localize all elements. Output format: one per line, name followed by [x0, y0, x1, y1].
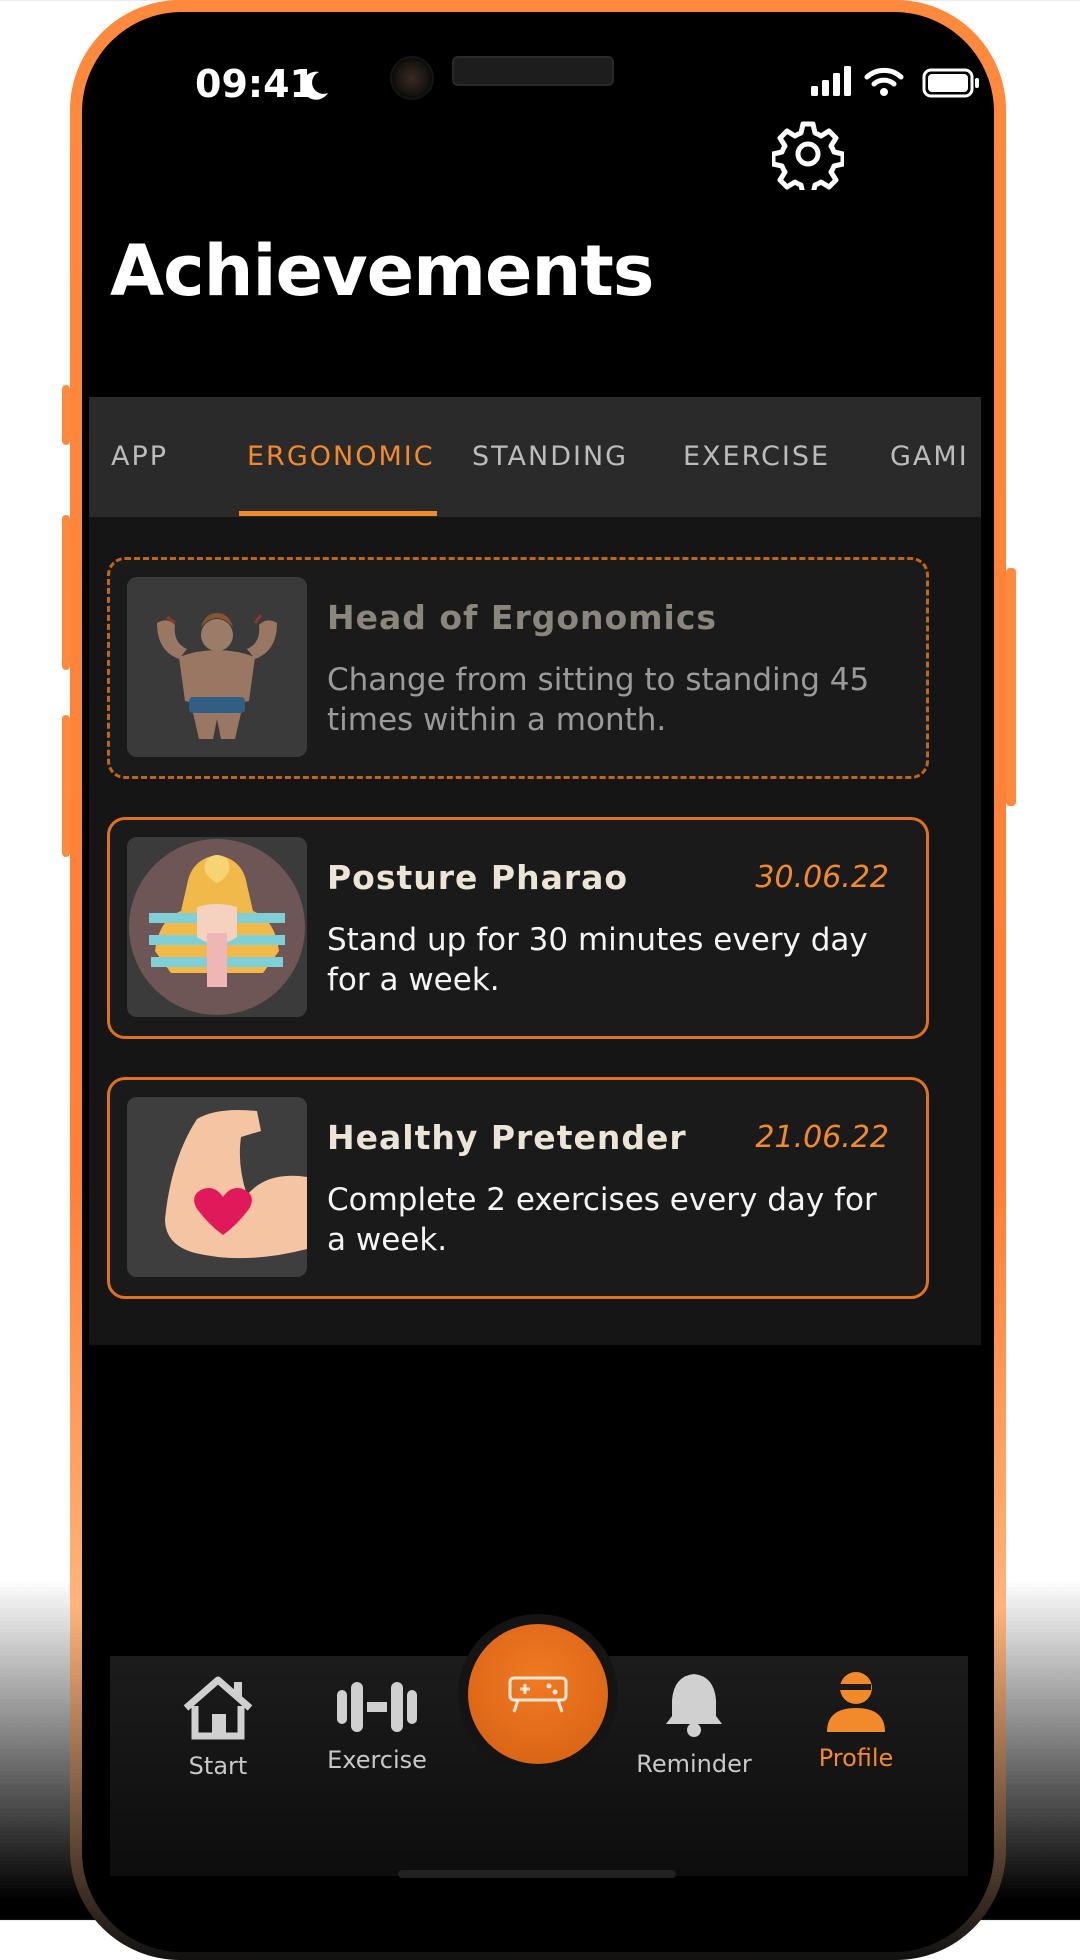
- tab-exercise[interactable]: EXERCISE: [683, 397, 830, 517]
- tab-app[interactable]: APP: [111, 397, 168, 517]
- pharaoh-icon: [127, 837, 307, 1017]
- achievement-title: Posture Pharao: [327, 858, 629, 897]
- achievement-description: Complete 2 exercises every day for a wee…: [327, 1182, 877, 1258]
- achievement-date: 21.06.22: [755, 1120, 889, 1155]
- front-camera: [390, 56, 434, 100]
- achievement-title: Head of Ergonomics: [327, 598, 718, 637]
- category-tabs: APP ERGONOMIC STANDING EXERCISE GAMI: [89, 397, 981, 517]
- nav-exercise-label: Exercise: [327, 1746, 427, 1774]
- nav-exercise[interactable]: Exercise: [302, 1676, 452, 1774]
- flexed-arm-heart-icon: [127, 1097, 307, 1277]
- profile-icon: [827, 1672, 885, 1732]
- moon-icon: [302, 71, 328, 100]
- nav-start-label: Start: [188, 1752, 248, 1780]
- battery-icon: [922, 68, 979, 98]
- phone-screen: 09:41 Achievements APP ERGONOMIC STANDIN…: [82, 12, 994, 1952]
- bell-icon: [666, 1674, 722, 1737]
- achievement-card[interactable]: Head of Ergonomics Change from sitting t…: [107, 557, 929, 779]
- bodybuilder-icon: [127, 577, 307, 757]
- achievement-card[interactable]: Healthy Pretender 21.06.22 Complete 2 ex…: [107, 1077, 929, 1299]
- nav-profile-label: Profile: [818, 1744, 894, 1772]
- game-button[interactable]: [468, 1624, 608, 1764]
- phone-side-button: [62, 715, 70, 857]
- cellular-signal-icon: [811, 66, 851, 96]
- dumbbell-icon: [337, 1682, 417, 1732]
- speaker-grille: [452, 56, 614, 86]
- home-icon: [183, 1676, 253, 1740]
- tab-standing[interactable]: STANDING: [472, 397, 628, 517]
- achievement-description: Change from sitting to standing 45 times…: [327, 662, 870, 738]
- achievement-date: 30.06.22: [755, 860, 889, 895]
- phone-side-button: [1006, 568, 1016, 806]
- nav-profile[interactable]: Profile: [781, 1668, 931, 1772]
- game-controller-icon: [508, 1676, 568, 1713]
- nav-start[interactable]: Start: [143, 1674, 293, 1780]
- home-indicator: [398, 1870, 676, 1878]
- nav-reminder-label: Reminder: [636, 1750, 752, 1778]
- achievement-card[interactable]: Posture Pharao 30.06.22 Stand up for 30 …: [107, 817, 929, 1039]
- achievement-description: Stand up for 30 minutes every day for a …: [327, 922, 868, 998]
- tab-ergonomic[interactable]: ERGONOMIC: [247, 397, 435, 517]
- tab-games[interactable]: GAMI: [890, 397, 969, 517]
- settings-gear-icon[interactable]: [772, 118, 844, 190]
- achievement-list: Head of Ergonomics Change from sitting t…: [89, 517, 981, 1345]
- phone-side-button: [62, 385, 70, 445]
- achievement-title: Healthy Pretender: [327, 1118, 687, 1157]
- phone-side-button: [62, 515, 70, 670]
- nav-reminder[interactable]: Reminder: [619, 1670, 769, 1778]
- active-tab-indicator: [239, 511, 437, 516]
- page-title: Achievements: [110, 230, 654, 312]
- wifi-icon: [864, 67, 904, 96]
